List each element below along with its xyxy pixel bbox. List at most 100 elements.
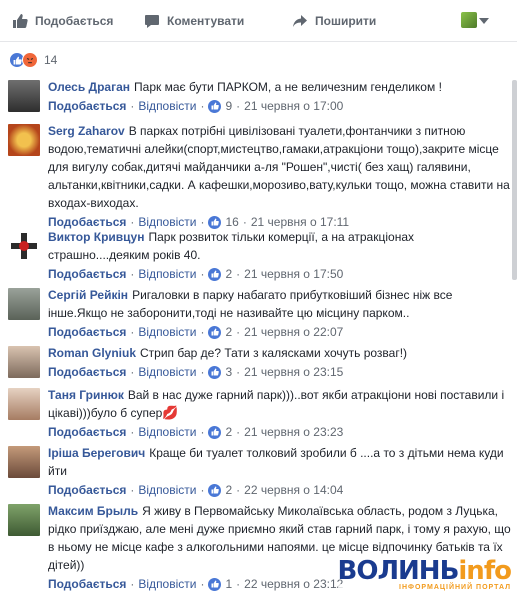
comment-reply-link[interactable]: Відповісти bbox=[138, 362, 196, 382]
thumbs-up-icon bbox=[13, 13, 28, 28]
avatar[interactable] bbox=[8, 346, 40, 378]
meta-separator: · bbox=[200, 577, 205, 591]
like-post-label: Подобається bbox=[35, 13, 114, 28]
comment-timestamp[interactable]: 21 червня о 17:00 bbox=[244, 96, 343, 116]
comments-list: Олесь Драган Парк має бути ПАРКОМ, а не в… bbox=[0, 78, 517, 592]
meta-separator: · bbox=[130, 425, 135, 439]
comment-like-count[interactable]: 1 bbox=[225, 574, 232, 593]
comment-like-count[interactable]: 3 bbox=[225, 362, 232, 382]
comment-like-link[interactable]: Подобається bbox=[48, 574, 126, 593]
comment-timestamp[interactable]: 21 червня о 17:50 bbox=[244, 264, 343, 284]
watermark-info: info bbox=[458, 556, 512, 586]
meta-separator: · bbox=[236, 483, 241, 497]
comment-timestamp[interactable]: 21 червня о 23:23 bbox=[244, 422, 343, 442]
avatar[interactable] bbox=[8, 388, 40, 420]
comment-item: Roman Glyniuk Стрип бар де? Тати з каляск… bbox=[8, 344, 511, 386]
comment-reply-link[interactable]: Відповісти bbox=[138, 422, 196, 442]
comment-like-count[interactable]: 2 bbox=[225, 422, 232, 442]
comment-author[interactable]: Сергій Рейкін bbox=[48, 288, 128, 302]
comment-like-count[interactable]: 2 bbox=[225, 264, 232, 284]
comment-like-link[interactable]: Подобається bbox=[48, 480, 126, 500]
avatar[interactable] bbox=[8, 230, 40, 262]
comment-author[interactable]: Олесь Драган bbox=[48, 80, 130, 94]
meta-separator: · bbox=[130, 365, 135, 379]
reactions-count: 14 bbox=[44, 53, 58, 67]
comment-item: Іріша Берегович Краще би туалет толковий … bbox=[8, 444, 511, 502]
comment-reply-link[interactable]: Відповісти bbox=[138, 96, 196, 116]
comment-like-count[interactable]: 2 bbox=[225, 480, 232, 500]
meta-separator: · bbox=[200, 325, 205, 339]
comment-button[interactable]: Коментувати bbox=[144, 13, 292, 29]
comment-reply-link[interactable]: Відповісти bbox=[138, 574, 196, 593]
thumbs-up-icon bbox=[208, 325, 222, 339]
share-arrow-icon bbox=[293, 14, 307, 27]
comment-author[interactable]: Таня Гринюк bbox=[48, 388, 124, 402]
thumbs-up-icon bbox=[208, 577, 222, 591]
comment-like-link[interactable]: Подобається bbox=[48, 362, 126, 382]
comment-meta: Подобається · Відповісти · 2 · 22 червня о … bbox=[48, 480, 511, 500]
comment-like-count[interactable]: 9 bbox=[225, 96, 232, 116]
comment-reply-link[interactable]: Відповісти bbox=[138, 264, 196, 284]
thumbs-up-icon bbox=[208, 483, 222, 497]
watermark-logo: ВОЛИНЬinfo ІНФОРМАЦІЙНИЙ ПОРТАЛ bbox=[337, 556, 512, 591]
meta-separator: · bbox=[200, 267, 205, 281]
comment-reply-link[interactable]: Відповісти bbox=[138, 480, 196, 500]
meta-separator: · bbox=[236, 577, 241, 591]
thumbs-up-icon bbox=[208, 425, 222, 439]
comment-like-link[interactable]: Подобається bbox=[48, 322, 126, 342]
meta-separator: · bbox=[130, 577, 135, 591]
thumbs-up-icon bbox=[208, 365, 222, 379]
meta-separator: · bbox=[236, 99, 241, 113]
comment-meta: Подобається · Відповісти · 9 · 21 червня о … bbox=[48, 96, 511, 116]
comment-meta: Подобається · Відповісти · 2 · 21 червня о … bbox=[48, 422, 511, 442]
comment-author[interactable]: Serg Zaharov bbox=[48, 124, 125, 138]
comment-timestamp[interactable]: 21 червня о 23:15 bbox=[244, 362, 343, 382]
viewer-avatar[interactable] bbox=[461, 12, 477, 28]
meta-separator: · bbox=[236, 425, 241, 439]
avatar[interactable] bbox=[8, 288, 40, 320]
watermark-main: ВОЛИНЬ bbox=[337, 556, 460, 586]
share-button[interactable]: Поширити bbox=[292, 13, 452, 29]
comment-author[interactable]: Максим Брыль bbox=[48, 504, 138, 518]
meta-separator: · bbox=[200, 99, 205, 113]
comment-like-link[interactable]: Подобається bbox=[48, 422, 126, 442]
meta-separator: · bbox=[130, 267, 135, 281]
comment-meta: Подобається · Відповісти · 3 · 21 червня о … bbox=[48, 362, 511, 382]
comment-author[interactable]: Roman Glyniuk bbox=[48, 346, 136, 360]
meta-separator: · bbox=[236, 267, 241, 281]
kiss-emoji: 💋 bbox=[162, 405, 179, 420]
like-post-button[interactable]: Подобається bbox=[12, 13, 144, 29]
comment-timestamp[interactable]: 21 червня о 22:07 bbox=[244, 322, 343, 342]
comment-meta: Подобається · Відповісти · 2 · 21 червня о … bbox=[48, 322, 511, 342]
comment-timestamp[interactable]: 22 червня о 23:12 bbox=[244, 574, 343, 593]
meta-separator: · bbox=[236, 325, 241, 339]
avatar[interactable] bbox=[8, 124, 40, 156]
comment-icon bbox=[145, 14, 159, 28]
reactions-summary[interactable]: 14 bbox=[0, 42, 517, 78]
meta-separator: · bbox=[236, 365, 241, 379]
comment-label: Коментувати bbox=[167, 13, 245, 28]
scrollbar[interactable] bbox=[512, 80, 517, 280]
comment-like-count[interactable]: 2 bbox=[225, 322, 232, 342]
meta-separator: · bbox=[130, 325, 135, 339]
chevron-down-icon[interactable] bbox=[479, 18, 489, 24]
meta-separator: · bbox=[200, 483, 205, 497]
comment-like-link[interactable]: Подобається bbox=[48, 264, 126, 284]
meta-separator: · bbox=[130, 99, 135, 113]
comment-item: Олесь Драган Парк має бути ПАРКОМ, а не в… bbox=[8, 78, 511, 122]
comment-author[interactable]: Виктор Кривцун bbox=[48, 230, 144, 244]
comment-author[interactable]: Іріша Берегович bbox=[48, 446, 145, 460]
avatar[interactable] bbox=[8, 446, 40, 478]
thumbs-up-icon bbox=[208, 99, 222, 113]
avatar[interactable] bbox=[8, 504, 40, 536]
comment-item: Сергій Рейкін Ригаловки в парку набагато … bbox=[8, 286, 511, 344]
comment-timestamp[interactable]: 22 червня о 14:04 bbox=[244, 480, 343, 500]
comment-like-link[interactable]: Подобається bbox=[48, 96, 126, 116]
angry-reaction-icon bbox=[22, 52, 38, 68]
comment-item: Таня Гринюк Вай в нас дуже гарний парк)))… bbox=[8, 386, 511, 444]
avatar[interactable] bbox=[8, 80, 40, 112]
comment-item: Виктор Кривцун Парк розвиток тільки комер… bbox=[8, 228, 511, 286]
meta-separator: · bbox=[200, 365, 205, 379]
cross-emblem-icon bbox=[11, 233, 37, 259]
comment-reply-link[interactable]: Відповісти bbox=[138, 322, 196, 342]
